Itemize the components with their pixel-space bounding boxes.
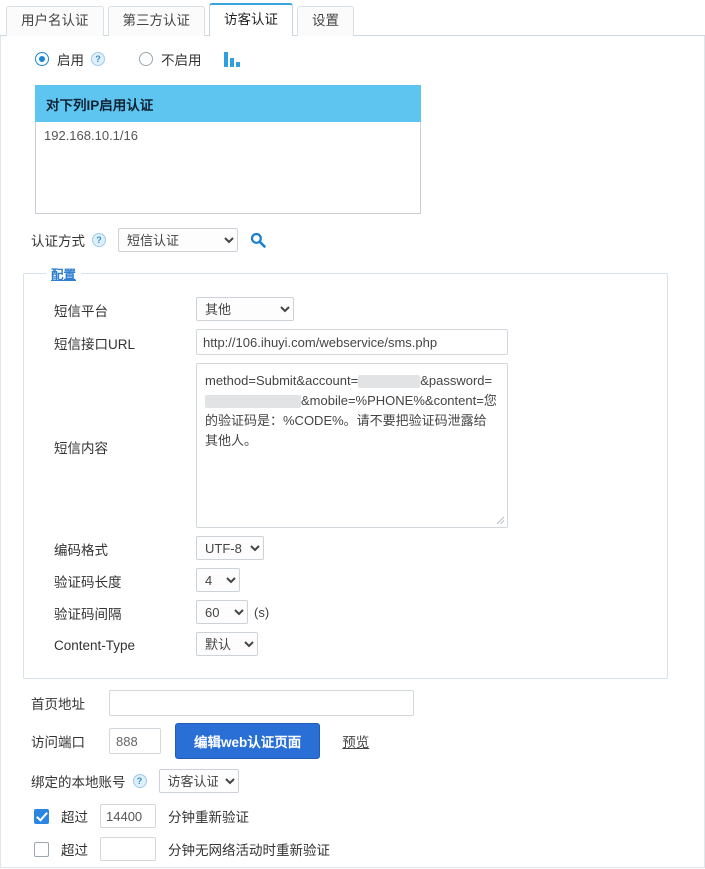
home-url-row: 首页地址 xyxy=(31,690,704,716)
tab-strip: 用户名认证 第三方认证 访客认证 设置 xyxy=(0,0,705,37)
reauth-idle-checkbox[interactable] xyxy=(34,841,49,857)
search-icon[interactable] xyxy=(250,232,266,248)
preview-link[interactable]: 预览 xyxy=(342,731,369,751)
ip-authentication-box: 对下列IP启用认证 xyxy=(35,85,421,214)
tab-guest-auth[interactable]: 访客认证 xyxy=(209,3,293,37)
help-icon-enable[interactable]: ? xyxy=(91,52,105,66)
page-root: 用户名认证 第三方认证 访客认证 设置 启用 ? 不启用 对下列IP启用认证 认… xyxy=(0,0,705,869)
edit-web-auth-page-button[interactable]: 编辑web认证页面 xyxy=(175,723,321,759)
auth-mode-row: 认证方式 ? 短信认证 xyxy=(31,228,704,252)
port-row: 访问端口 编辑web认证页面 预览 xyxy=(31,723,704,759)
bar-chart-icon[interactable] xyxy=(223,51,240,67)
encoding-select[interactable]: UTF-8 xyxy=(196,536,264,560)
resize-handle-icon[interactable] xyxy=(495,515,505,525)
content-type-label: Content-Type xyxy=(54,637,136,653)
tab-username-auth[interactable]: 用户名认证 xyxy=(6,6,104,36)
home-url-label: 首页地址 xyxy=(31,697,85,712)
radio-enable-label[interactable]: 启用 xyxy=(57,49,84,69)
sms-content-part1: method=Submit&account= xyxy=(205,373,359,388)
auth-mode-select[interactable]: 短信认证 xyxy=(118,228,238,252)
content-type-row: Content-Type 默认 xyxy=(24,632,667,656)
port-label: 访问端口 xyxy=(31,735,85,750)
home-url-input[interactable] xyxy=(109,690,414,716)
port-input[interactable] xyxy=(109,728,161,754)
sms-url-row: 短信接口URL xyxy=(24,329,667,355)
code-interval-row: 验证码间隔 60 (s) xyxy=(24,600,667,624)
help-icon-bind-account[interactable]: ? xyxy=(132,774,147,788)
sms-content-label: 短信内容 xyxy=(54,441,108,456)
encoding-row: 编码格式 UTF-8 xyxy=(24,536,667,560)
code-interval-unit: (s) xyxy=(254,604,270,620)
reauth-idle-input[interactable] xyxy=(100,837,156,861)
sms-url-input[interactable] xyxy=(196,329,508,355)
sms-content-part2: &password= xyxy=(420,373,493,388)
bind-account-select[interactable]: 访客认证 xyxy=(158,769,239,793)
code-length-label: 验证码长度 xyxy=(54,575,122,590)
bind-account-label: 绑定的本地账号 xyxy=(31,775,126,790)
ip-list-textarea[interactable] xyxy=(35,122,421,214)
sms-content-textarea[interactable]: method=Submit&account= &password=&mobile=… xyxy=(196,363,508,528)
reauth-idle-prefix: 超过 xyxy=(61,843,88,858)
sms-platform-row: 短信平台 其他 xyxy=(24,297,667,321)
sms-content-row: 短信内容 method=Submit&account= &password=&mo… xyxy=(24,363,667,528)
sms-platform-select[interactable]: 其他 xyxy=(196,297,294,321)
reauth-time-row: 超过 分钟重新验证 xyxy=(34,804,704,828)
reauth-idle-suffix: 分钟无网络活动时重新验证 xyxy=(168,843,330,858)
reauth-time-checkbox[interactable] xyxy=(34,808,49,824)
sms-platform-label: 短信平台 xyxy=(54,304,108,319)
radio-disable[interactable] xyxy=(139,52,153,66)
code-interval-label: 验证码间隔 xyxy=(54,607,122,622)
sms-content-text[interactable]: method=Submit&account= &password=&mobile=… xyxy=(196,363,508,528)
code-length-row: 验证码长度 4 xyxy=(24,568,667,592)
config-fieldset: 配置 短信平台 其他 短信接口URL 短信内容 method=Submit&ac… xyxy=(23,264,668,679)
redacted-password xyxy=(205,395,301,409)
sms-url-label: 短信接口URL xyxy=(54,337,136,352)
bind-account-row: 绑定的本地账号 ? 访客认证 xyxy=(31,769,704,793)
tab-thirdparty-auth[interactable]: 第三方认证 xyxy=(107,6,205,36)
help-icon-auth-mode[interactable]: ? xyxy=(92,233,106,247)
redacted-account xyxy=(358,375,421,389)
auth-mode-label: 认证方式 xyxy=(31,234,85,249)
reauth-time-suffix: 分钟重新验证 xyxy=(168,810,249,825)
config-legend: 配置 xyxy=(51,268,77,282)
encoding-label: 编码格式 xyxy=(54,543,108,558)
code-interval-select[interactable]: 60 xyxy=(196,600,248,624)
content-type-select[interactable]: 默认 xyxy=(196,632,258,656)
enable-radio-row: 启用 ? 不启用 xyxy=(1,36,704,75)
reauth-time-prefix: 超过 xyxy=(61,810,88,825)
radio-disable-label[interactable]: 不启用 xyxy=(161,49,202,69)
reauth-time-input[interactable] xyxy=(100,804,156,828)
ip-box-header: 对下列IP启用认证 xyxy=(35,85,421,122)
tab-settings[interactable]: 设置 xyxy=(297,6,354,36)
code-length-select[interactable]: 4 xyxy=(196,568,240,592)
reauth-idle-row: 超过 分钟无网络活动时重新验证 xyxy=(34,837,704,861)
radio-enable[interactable] xyxy=(35,52,49,66)
content-panel: 启用 ? 不启用 对下列IP启用认证 认证方式 ? 短信认证 xyxy=(0,36,705,868)
